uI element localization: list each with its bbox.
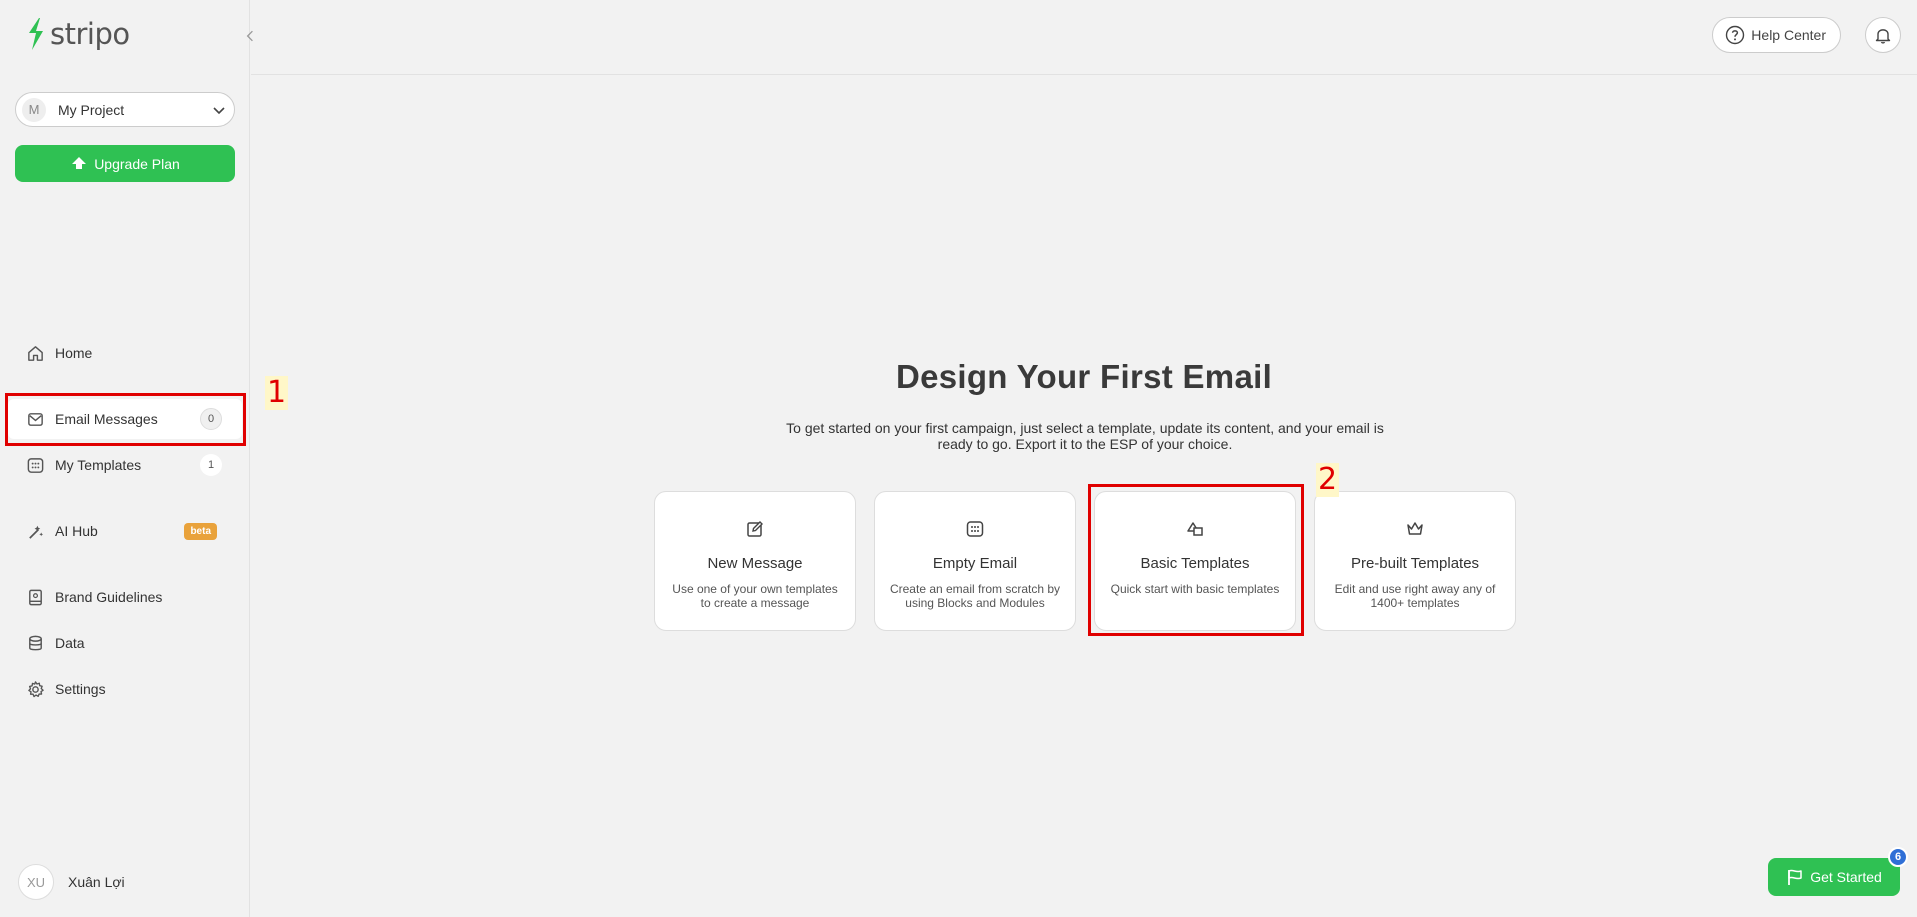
sidebar-item-my-templates[interactable]: My Templates 1 — [8, 445, 242, 485]
chevron-down-icon — [213, 106, 225, 114]
card-title: New Message — [707, 555, 803, 572]
card-title: Pre-built Templates — [1350, 555, 1480, 572]
sidebar-item-label: AI Hub — [55, 523, 98, 539]
card-description: Edit and use right away any of 1400+ tem… — [1334, 582, 1496, 610]
sidebar-item-label: Home — [55, 345, 93, 361]
project-avatar: M — [22, 97, 46, 122]
annotation-box-2 — [1088, 484, 1304, 636]
sidebar-item-brand-guidelines[interactable]: Brand Guidelines — [8, 577, 242, 617]
question-circle-icon — [1726, 25, 1745, 45]
new-message-card[interactable]: New Message Use one of your own template… — [654, 491, 856, 631]
card-description: Use one of your own templates to create … — [672, 582, 838, 610]
sidebar-item-label: Settings — [55, 681, 106, 697]
templates-grid-icon — [25, 455, 45, 475]
annotation-number-1: 1 — [265, 375, 289, 410]
help-center-button[interactable]: Help Center — [1712, 17, 1841, 53]
project-selector[interactable]: M My Project — [15, 92, 235, 127]
user-name: Xuân Lợi — [68, 874, 125, 890]
sidebar-item-label: My Templates — [55, 457, 142, 473]
pre-built-templates-card[interactable]: Pre-built Templates Edit and use right a… — [1314, 491, 1516, 631]
avatar: XU — [18, 864, 54, 900]
home-icon — [25, 343, 45, 363]
beta-badge: beta — [184, 522, 217, 540]
annotation-box-1 — [5, 393, 246, 446]
notifications-button[interactable] — [1865, 17, 1901, 53]
sidebar: stripo M My Project Upgrade Plan Home Em… — [0, 0, 253, 917]
get-started-button[interactable]: Get Started 6 — [1768, 847, 1908, 896]
bell-icon — [1875, 29, 1891, 44]
sidebar-item-home[interactable]: Home — [8, 333, 242, 373]
project-name: My Project — [58, 101, 125, 118]
database-icon — [25, 633, 45, 653]
help-center-label: Help Center — [1751, 27, 1826, 43]
empty-email-card[interactable]: Empty Email Create an email from scratch… — [874, 491, 1076, 631]
upgrade-arrow-icon — [72, 156, 87, 169]
annotation-number-2: 2 — [1316, 462, 1340, 497]
upgrade-plan-label: Upgrade Plan — [94, 155, 180, 172]
grid-icon — [875, 519, 1075, 541]
upgrade-plan-button[interactable]: Upgrade Plan — [15, 145, 235, 182]
card-title: Empty Email — [932, 555, 1018, 572]
card-description: Create an email from scratch by using Bl… — [889, 582, 1061, 610]
sidebar-item-label: Data — [55, 635, 85, 651]
flag-icon — [1788, 869, 1802, 885]
book-icon — [25, 587, 45, 607]
gear-icon — [25, 679, 45, 699]
sidebar-item-ai-hub[interactable]: AI Hub beta — [8, 511, 242, 551]
page-title: Design Your First Email — [895, 358, 1273, 395]
sidebar-item-label: Brand Guidelines — [55, 589, 163, 605]
get-started-label: Get Started — [1810, 869, 1882, 885]
magic-wand-icon — [25, 521, 45, 541]
edit-icon — [655, 519, 855, 541]
logo-text: stripo — [50, 17, 130, 51]
user-profile[interactable]: XU Xuân Lợi — [18, 864, 125, 900]
top-header: Help Center — [251, 0, 1917, 75]
stripo-bolt-icon — [29, 18, 43, 50]
sidebar-item-settings[interactable]: Settings — [8, 669, 242, 709]
page-subtitle: To get started on your first campaign, j… — [786, 420, 1384, 452]
my-templates-count: 1 — [200, 454, 222, 476]
stripo-logo[interactable]: stripo — [24, 16, 130, 52]
get-started-badge: 6 — [1888, 847, 1908, 867]
crown-icon — [1315, 519, 1515, 541]
sidebar-item-data[interactable]: Data — [8, 623, 242, 663]
